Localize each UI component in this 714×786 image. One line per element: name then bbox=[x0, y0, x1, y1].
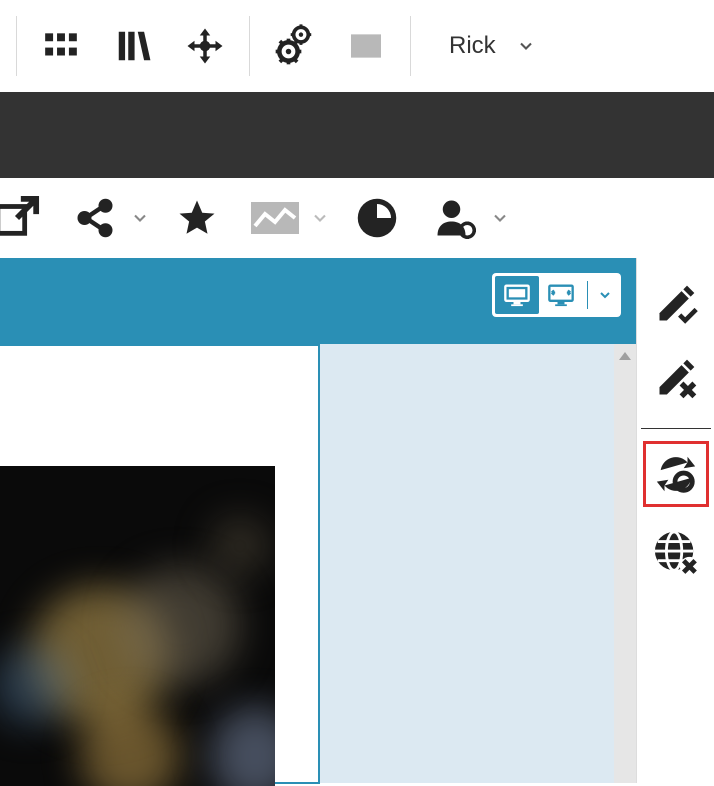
action-toolbar bbox=[0, 178, 714, 258]
star-icon[interactable] bbox=[172, 193, 222, 243]
scroll-up-icon[interactable] bbox=[617, 350, 633, 362]
library-icon[interactable] bbox=[109, 22, 157, 70]
content-image bbox=[0, 466, 275, 786]
view-toggle-bar bbox=[492, 273, 621, 317]
edit-cancel-button[interactable] bbox=[648, 350, 704, 406]
popout-icon[interactable] bbox=[0, 193, 42, 243]
right-rail bbox=[636, 258, 714, 783]
vertical-scrollbar[interactable] bbox=[614, 344, 636, 783]
top-bar: Rick bbox=[0, 0, 714, 92]
chevron-down-icon bbox=[516, 36, 536, 56]
move-icon[interactable] bbox=[181, 22, 229, 70]
grid-icon[interactable] bbox=[37, 22, 85, 70]
share-dropdown[interactable] bbox=[130, 208, 150, 228]
dark-header-bar bbox=[0, 92, 714, 178]
edit-check-button[interactable] bbox=[648, 276, 704, 332]
view-dropdown[interactable] bbox=[592, 276, 618, 314]
user-menu[interactable]: Rick bbox=[449, 32, 556, 60]
user-settings-dropdown[interactable] bbox=[490, 208, 510, 228]
user-settings-icon[interactable] bbox=[430, 193, 480, 243]
desktop-view-button[interactable] bbox=[495, 276, 539, 314]
chart-icon[interactable] bbox=[250, 193, 300, 243]
refresh-circle-button[interactable] bbox=[643, 441, 709, 507]
clock-icon[interactable] bbox=[352, 193, 402, 243]
device-view-button[interactable] bbox=[539, 276, 583, 314]
globe-cancel-button[interactable] bbox=[648, 525, 704, 581]
main-area bbox=[0, 258, 714, 783]
content-column bbox=[0, 258, 636, 783]
inbox-icon[interactable] bbox=[342, 22, 390, 70]
canvas-area[interactable] bbox=[0, 344, 614, 783]
share-icon[interactable] bbox=[70, 193, 120, 243]
page-frame[interactable] bbox=[0, 344, 320, 784]
chart-dropdown[interactable] bbox=[310, 208, 330, 228]
user-name-label: Rick bbox=[449, 32, 496, 60]
gears-icon[interactable] bbox=[270, 22, 318, 70]
